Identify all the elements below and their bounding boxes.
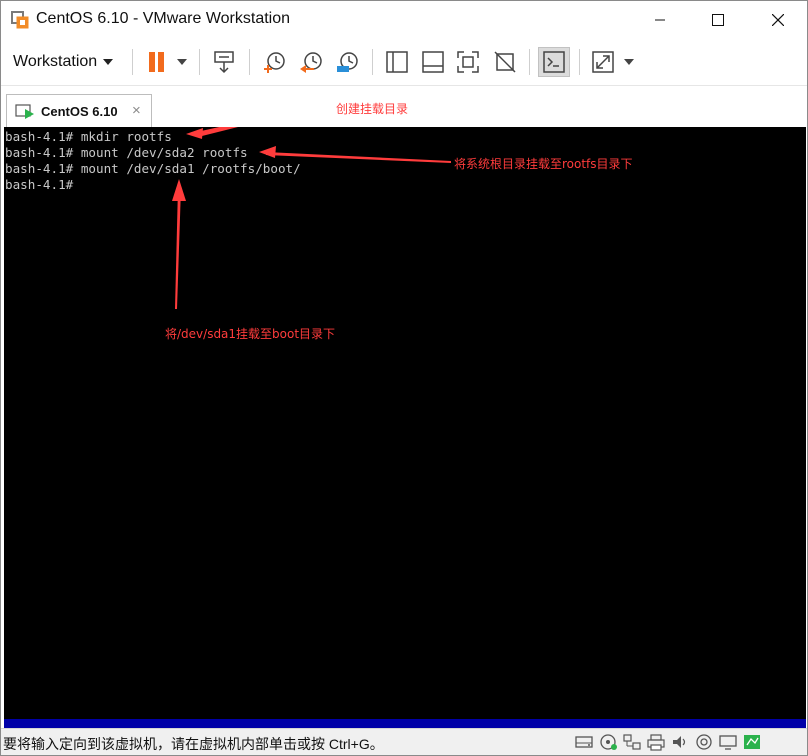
device-icons bbox=[574, 733, 762, 751]
maximize-icon bbox=[712, 14, 724, 26]
annotation-mount-root: 将系统根目录挂载至rootfs目录下 bbox=[454, 157, 633, 171]
unity-button[interactable] bbox=[490, 47, 520, 77]
status-bar: 要将输入定向到该虚拟机，请在虚拟机内部单击或按 Ctrl+G。 bbox=[1, 728, 807, 755]
toolbar: Workstation bbox=[1, 39, 807, 85]
tab-label: CentOS 6.10 bbox=[41, 104, 118, 119]
close-button[interactable] bbox=[750, 1, 806, 39]
window-title: CentOS 6.10 - VMware Workstation bbox=[36, 10, 291, 27]
vm-running-icon bbox=[15, 104, 35, 120]
cd-dvd-icon[interactable] bbox=[598, 733, 618, 751]
send-ctrl-alt-del-button[interactable] bbox=[210, 47, 240, 77]
arrow-mount-sda1 bbox=[172, 179, 186, 309]
tab-centos[interactable]: CentOS 6.10 × bbox=[6, 94, 152, 128]
tab-close-icon[interactable]: × bbox=[132, 102, 141, 119]
toolbar-separator bbox=[579, 49, 580, 75]
display-icon[interactable] bbox=[718, 733, 738, 751]
fullscreen-icon bbox=[457, 51, 479, 73]
printer-icon[interactable] bbox=[646, 733, 666, 751]
maximize-button[interactable] bbox=[690, 1, 746, 39]
vm-console[interactable]: bash-4.1# mkdir rootfs bash-4.1# mount /… bbox=[4, 102, 806, 719]
arrow-mount-sda2 bbox=[259, 146, 451, 163]
take-snapshot-button[interactable] bbox=[259, 47, 289, 77]
snapshot-manager-button[interactable] bbox=[332, 47, 362, 77]
vmware-app-icon bbox=[11, 11, 29, 29]
annotation-create-mount-dir: 创建挂载目录 bbox=[336, 102, 409, 116]
show-library-button[interactable] bbox=[382, 47, 412, 77]
snapshot-icon bbox=[264, 52, 285, 73]
show-library-icon bbox=[386, 51, 408, 73]
toolbar-separator bbox=[249, 49, 250, 75]
vmware-window: CentOS 6.10 - VMware Workstation Worksta… bbox=[0, 0, 808, 756]
arrow-mkdir bbox=[186, 127, 238, 139]
workstation-menu-button[interactable]: Workstation bbox=[9, 49, 117, 75]
workstation-menu-label: Workstation bbox=[13, 53, 98, 70]
hard-disk-icon[interactable] bbox=[574, 733, 594, 751]
toolbar-separator bbox=[372, 49, 373, 75]
console-view-button[interactable] bbox=[538, 47, 570, 77]
toolbar-separator bbox=[132, 49, 133, 75]
toolbar-separator bbox=[199, 49, 200, 75]
sound-card-icon[interactable] bbox=[670, 733, 690, 751]
status-message: 要将输入定向到该虚拟机，请在虚拟机内部单击或按 Ctrl+G。 bbox=[3, 736, 384, 752]
chevron-down-icon bbox=[103, 59, 114, 65]
usb-device-icon[interactable] bbox=[694, 733, 714, 751]
close-icon bbox=[772, 14, 784, 26]
minimize-button[interactable] bbox=[632, 1, 688, 39]
fullscreen-button[interactable] bbox=[453, 47, 483, 77]
stretch-guest-button[interactable] bbox=[589, 47, 637, 77]
stretch-icon bbox=[592, 51, 634, 73]
revert-snapshot-icon bbox=[300, 52, 322, 73]
snapshot-manager-icon bbox=[337, 52, 358, 72]
network-adapter-icon[interactable] bbox=[622, 733, 642, 751]
minimize-icon bbox=[655, 19, 665, 21]
unity-icon bbox=[494, 51, 516, 73]
send-ctrl-alt-del-icon bbox=[214, 51, 234, 74]
console-view-icon bbox=[543, 51, 565, 73]
annotation-mount-boot: 将/dev/sda1挂载至boot目录下 bbox=[165, 327, 336, 341]
pause-icon bbox=[149, 52, 187, 72]
thumbnail-bar-button[interactable] bbox=[418, 47, 448, 77]
vm-console-bottom-bar bbox=[4, 719, 806, 728]
message-log-icon[interactable] bbox=[742, 733, 762, 751]
toolbar-separator bbox=[529, 49, 530, 75]
power-pause-button[interactable] bbox=[144, 47, 192, 77]
title-bar: CentOS 6.10 - VMware Workstation bbox=[1, 1, 807, 39]
revert-snapshot-button[interactable] bbox=[296, 47, 326, 77]
annotation-arrows bbox=[172, 127, 451, 309]
thumbnail-bar-icon bbox=[422, 51, 444, 73]
